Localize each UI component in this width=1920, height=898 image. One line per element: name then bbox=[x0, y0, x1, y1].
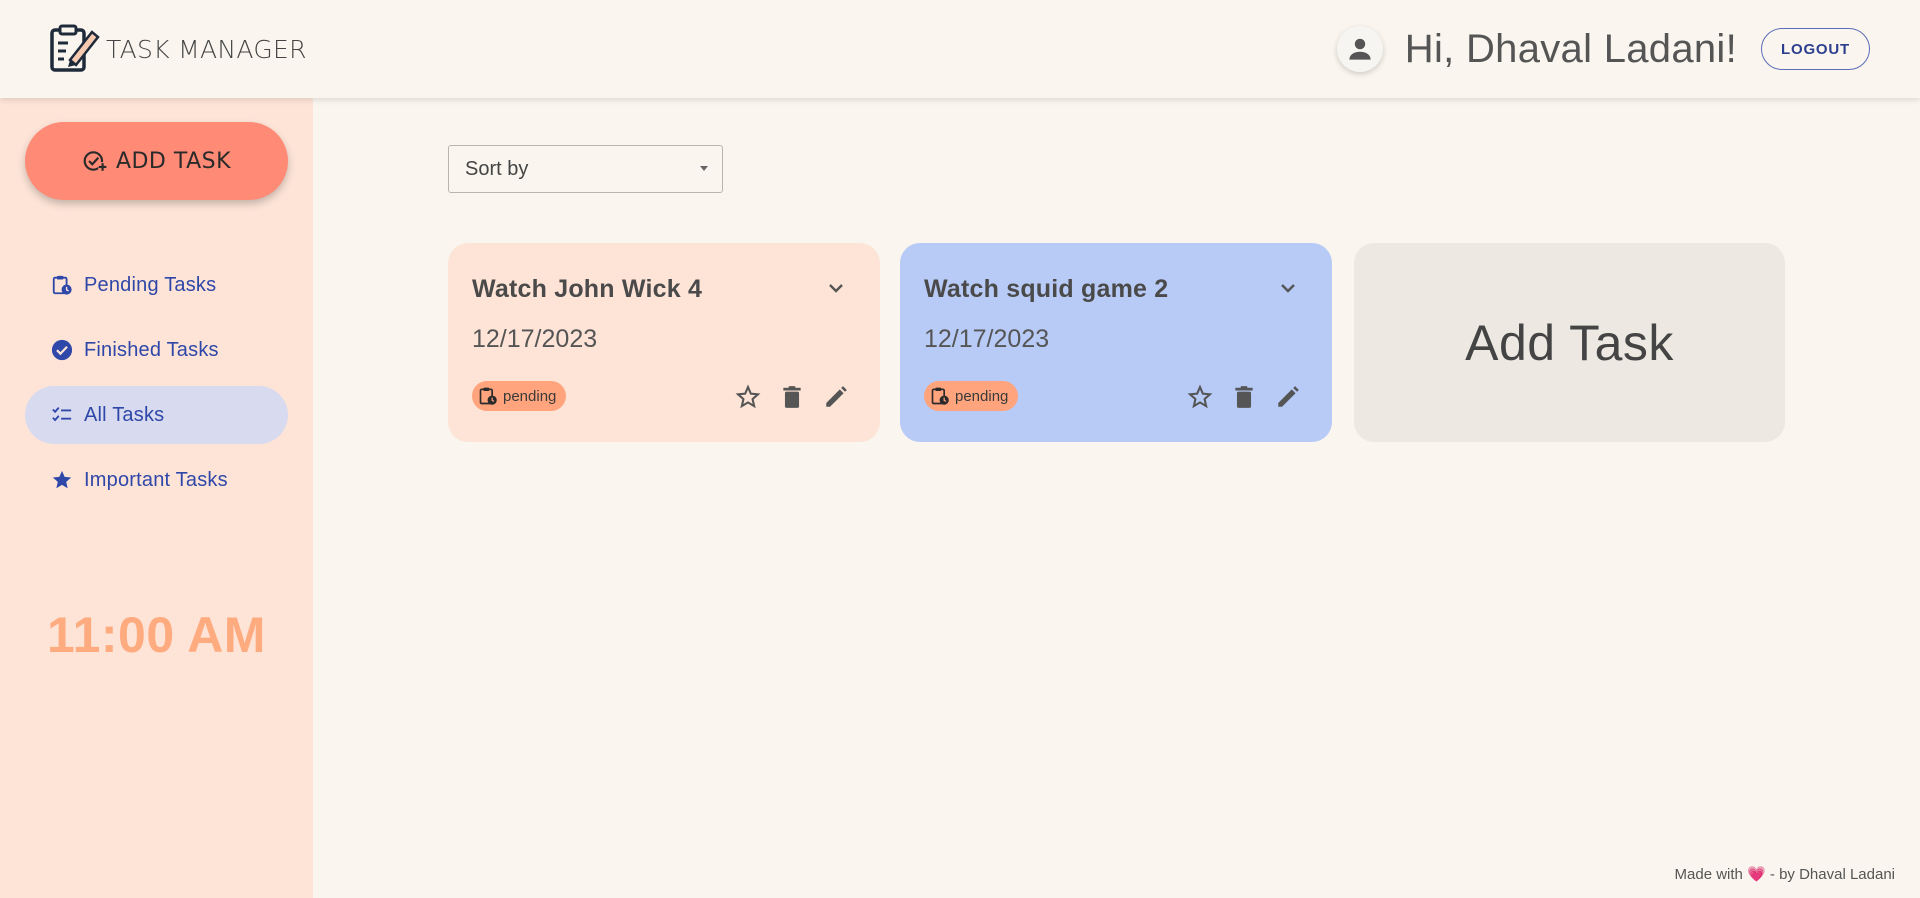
add-task-button[interactable]: ADD TASK bbox=[25, 122, 288, 200]
sort-dropdown-value: Sort by bbox=[465, 157, 529, 180]
app-header: TASK MANAGER Hi, Dhaval Ladani! LOGOUT bbox=[0, 0, 1920, 98]
task-title: Watch John Wick 4 bbox=[472, 275, 703, 303]
pending-clipboard-icon bbox=[931, 387, 949, 405]
trash-icon[interactable] bbox=[1230, 383, 1258, 411]
task-actions bbox=[718, 383, 850, 411]
caret-down-icon bbox=[700, 166, 708, 171]
status-label: pending bbox=[503, 387, 557, 405]
add-task-check-icon bbox=[83, 151, 107, 171]
sidebar: ADD TASK Pending Tasks Finished Tasks Al… bbox=[0, 98, 313, 898]
sidebar-item-all-tasks[interactable]: All Tasks bbox=[25, 386, 288, 444]
task-actions bbox=[1170, 383, 1302, 411]
user-area: Hi, Dhaval Ladani! LOGOUT bbox=[1336, 26, 1870, 72]
footer-prefix: Made with bbox=[1674, 866, 1743, 883]
status-badge: pending bbox=[472, 381, 567, 411]
sidebar-item-label: Finished Tasks bbox=[84, 338, 219, 361]
status-label: pending bbox=[955, 387, 1009, 405]
chevron-down-icon[interactable] bbox=[1276, 276, 1300, 300]
sidebar-item-important-tasks[interactable]: Important Tasks bbox=[25, 451, 288, 509]
task-date: 12/17/2023 bbox=[924, 325, 1050, 353]
sidebar-item-pending-tasks[interactable]: Pending Tasks bbox=[25, 256, 288, 314]
task-card[interactable]: Watch squid game 2 12/17/2023 pending bbox=[900, 243, 1332, 442]
add-task-label: ADD TASK bbox=[115, 148, 232, 174]
checklist-icon bbox=[50, 403, 74, 427]
pencil-icon[interactable] bbox=[1274, 383, 1302, 411]
sidebar-item-finished-tasks[interactable]: Finished Tasks bbox=[25, 321, 288, 379]
pencil-icon[interactable] bbox=[822, 383, 850, 411]
star-outline-icon[interactable] bbox=[734, 383, 762, 411]
brand-name: TASK MANAGER bbox=[106, 34, 307, 64]
clock-display: 11:00 AM bbox=[47, 607, 266, 663]
person-icon bbox=[1349, 38, 1371, 60]
task-title: Watch squid game 2 bbox=[924, 275, 1169, 303]
brand[interactable]: TASK MANAGER bbox=[48, 22, 307, 76]
clipboard-pen-logo-icon bbox=[50, 24, 100, 72]
heart-icon: 💗 bbox=[1747, 866, 1766, 883]
star-icon bbox=[50, 468, 74, 492]
add-task-card[interactable]: Add Task bbox=[1354, 243, 1785, 442]
add-task-card-label: Add Task bbox=[1465, 314, 1674, 371]
sidebar-item-label: Important Tasks bbox=[84, 468, 228, 491]
sidebar-nav: Pending Tasks Finished Tasks All Tasks I… bbox=[25, 256, 288, 516]
star-outline-icon[interactable] bbox=[1186, 383, 1214, 411]
logout-button[interactable]: LOGOUT bbox=[1761, 28, 1870, 70]
task-date: 12/17/2023 bbox=[472, 325, 598, 353]
avatar[interactable] bbox=[1336, 26, 1383, 72]
task-card[interactable]: Watch John Wick 4 12/17/2023 pending bbox=[448, 243, 880, 442]
check-circle-icon bbox=[50, 338, 74, 362]
footer-credit: Made with 💗 - by Dhaval Ladani bbox=[1675, 865, 1895, 883]
user-greeting: Hi, Dhaval Ladani! bbox=[1404, 26, 1738, 71]
status-badge: pending bbox=[924, 381, 1019, 411]
sidebar-item-label: Pending Tasks bbox=[84, 273, 217, 296]
trash-icon[interactable] bbox=[778, 383, 806, 411]
chevron-down-icon[interactable] bbox=[824, 276, 848, 300]
sort-dropdown[interactable]: Sort by bbox=[448, 145, 723, 193]
pending-clipboard-icon bbox=[50, 273, 74, 297]
sidebar-item-label: All Tasks bbox=[84, 403, 165, 426]
footer-suffix: - by Dhaval Ladani bbox=[1769, 866, 1895, 883]
pending-clipboard-icon bbox=[479, 387, 497, 405]
